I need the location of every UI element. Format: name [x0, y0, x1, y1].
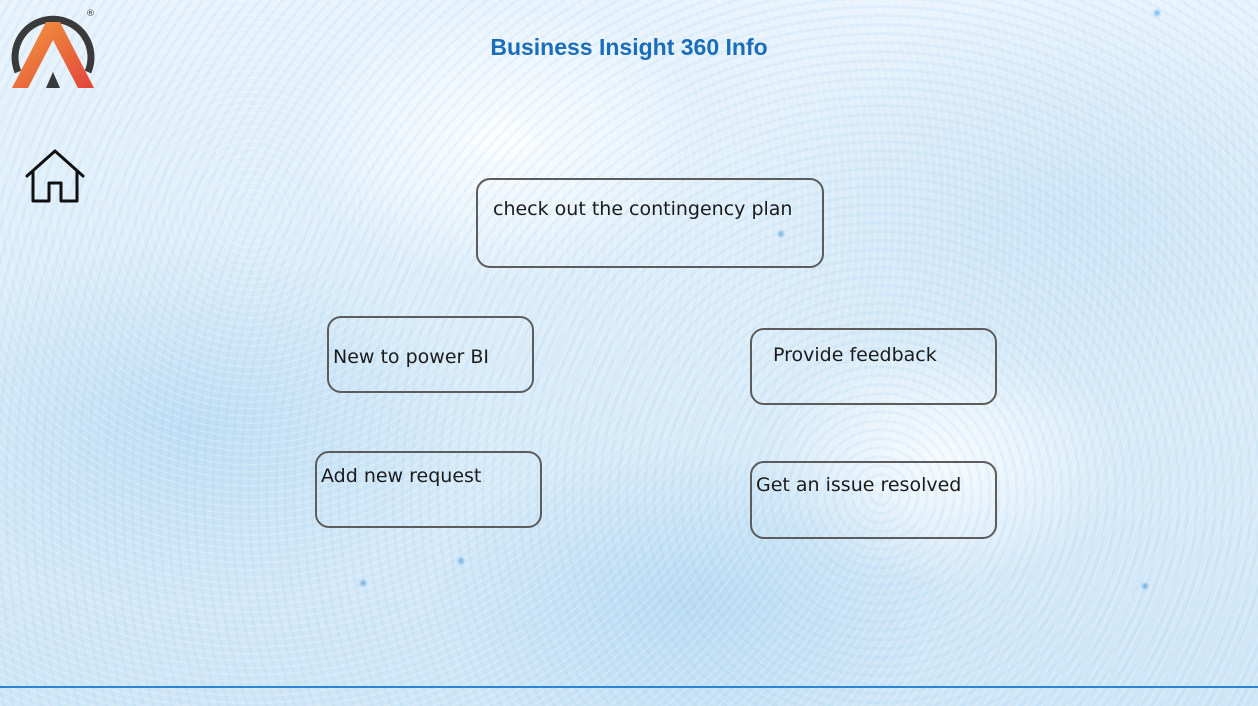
add-new-request-button[interactable]: Add new request	[315, 451, 542, 528]
provide-feedback-label: Provide feedback	[773, 344, 937, 366]
background-speck	[360, 580, 366, 586]
background-texture	[0, 0, 1258, 706]
page-title: Business Insight 360 Info	[490, 34, 768, 60]
new-to-power-bi-button[interactable]: New to power BI	[327, 316, 534, 393]
registered-mark: ®	[86, 9, 95, 19]
provide-feedback-button[interactable]: Provide feedback	[750, 328, 997, 405]
get-issue-resolved-button[interactable]: Get an issue resolved	[750, 461, 997, 539]
contingency-plan-button[interactable]: check out the contingency plan	[476, 178, 824, 268]
get-issue-resolved-label: Get an issue resolved	[756, 474, 962, 496]
new-to-power-bi-label: New to power BI	[333, 346, 489, 368]
background-speck	[1154, 10, 1160, 16]
home-icon	[25, 149, 85, 203]
add-new-request-label: Add new request	[321, 465, 482, 487]
footer-divider	[0, 686, 1258, 688]
home-button[interactable]	[24, 148, 86, 204]
background-speck	[458, 558, 464, 564]
contingency-plan-label: check out the contingency plan	[493, 198, 793, 220]
background-speck	[1142, 583, 1148, 589]
